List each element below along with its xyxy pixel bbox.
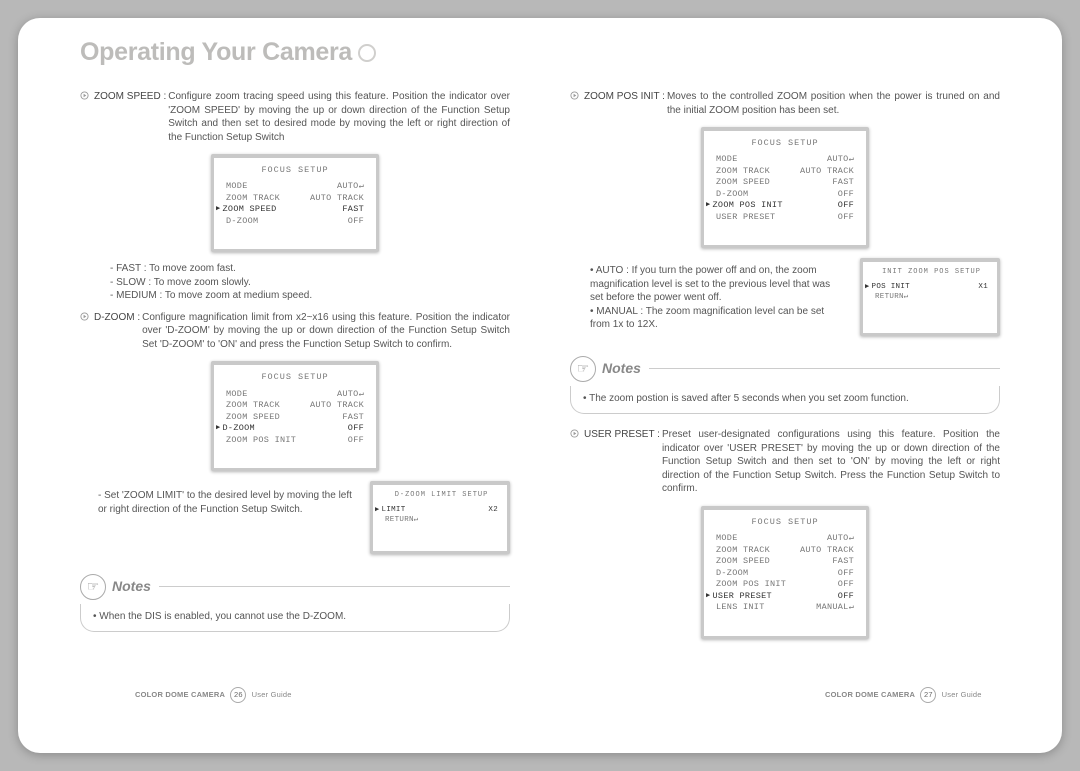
osd-row: ZOOM POS INITOFF xyxy=(716,200,854,211)
osd-zoom-speed: FOCUS SETUP MODEAUTO↵ZOOM TRACKAUTO TRAC… xyxy=(211,154,379,252)
osd-row: USER PRESETOFF xyxy=(716,591,854,602)
page-spread: Operating Your Camera ZOOM SPEED : Confi… xyxy=(18,18,1062,753)
osd-row: D-ZOOMOFF xyxy=(716,568,854,579)
user-preset-desc: Preset user-designated configurations us… xyxy=(662,428,1000,496)
zpi-desc: Moves to the controlled ZOOM position wh… xyxy=(667,90,1000,117)
osd-row: D-ZOOMOFF xyxy=(226,423,364,434)
osd-row: USER PRESETOFF xyxy=(716,212,854,223)
osd-row: RETURN↵ xyxy=(385,515,498,525)
zpi-label: ZOOM POS INIT : xyxy=(584,90,665,117)
osd-row: ZOOM TRACKAUTO TRACK xyxy=(226,400,364,411)
osd-row: ZOOM TRACKAUTO TRACK xyxy=(226,193,364,204)
dzoom-sub: Set 'ZOOM LIMIT' to the desired level by… xyxy=(98,487,356,546)
notes-title: Notes xyxy=(112,577,151,596)
osd-row: MODEAUTO↵ xyxy=(716,154,854,165)
osd-row: D-ZOOMOFF xyxy=(716,189,854,200)
page-num-left: 26 xyxy=(230,687,246,703)
osd-row: ZOOM TRACKAUTO TRACK xyxy=(716,166,854,177)
zoom-speed-desc: Configure zoom tracing speed using this … xyxy=(168,90,510,144)
notes-block-2: ☞ Notes The zoom postion is saved after … xyxy=(570,356,1000,415)
right-column: ZOOM POS INIT : Moves to the controlled … xyxy=(570,84,1000,709)
osd-row: ZOOM SPEEDFAST xyxy=(716,177,854,188)
osd-zoom-pos-init: FOCUS SETUP MODEAUTO↵ZOOM TRACKAUTO TRAC… xyxy=(701,127,869,248)
osd-row: LENS INITMANUAL↵ xyxy=(716,602,854,613)
osd-row: MODEAUTO↵ xyxy=(226,181,364,192)
osd-row: POS INITX1 xyxy=(875,282,988,292)
osd-init-zoom-pos: INIT ZOOM POS SETUP POS INITX1RETURN↵ xyxy=(860,258,1000,336)
footer-left: COLOR DOME CAMERA 26 User Guide xyxy=(135,687,292,703)
osd-row: ZOOM SPEEDFAST xyxy=(226,204,364,215)
osd-row: RETURN↵ xyxy=(875,292,988,302)
osd-row: ZOOM POS INITOFF xyxy=(716,579,854,590)
osd-row: MODEAUTO↵ xyxy=(226,389,364,400)
hand-icon: ☞ xyxy=(80,574,106,600)
osd-row: ZOOM SPEEDFAST xyxy=(716,556,854,567)
osd-user-preset: FOCUS SETUP MODEAUTO↵ZOOM TRACKAUTO TRAC… xyxy=(701,506,869,639)
osd-row: D-ZOOMOFF xyxy=(226,216,364,227)
osd-dzoom: FOCUS SETUP MODEAUTO↵ZOOM TRACKAUTO TRAC… xyxy=(211,361,379,471)
item-zoom-speed: ZOOM SPEED : Configure zoom tracing spee… xyxy=(80,90,510,144)
page-num-right: 27 xyxy=(920,687,936,703)
note-1-text: When the DIS is enabled, you cannot use … xyxy=(93,610,497,624)
osd-dzoom-limit: D-ZOOM LIMIT SETUP LIMITX2RETURN↵ xyxy=(370,481,510,554)
notes-block-1: ☞ Notes When the DIS is enabled, you can… xyxy=(80,574,510,633)
play-icon xyxy=(80,311,94,352)
zpi-bullets: AUTO : If you turn the power off and on,… xyxy=(590,262,846,332)
osd-row: LIMITX2 xyxy=(385,505,498,515)
page-title: Operating Your Camera xyxy=(80,38,376,67)
play-icon xyxy=(80,90,94,144)
play-icon xyxy=(570,428,584,496)
notes-title: Notes xyxy=(602,359,641,378)
footer-right: COLOR DOME CAMERA 27 User Guide xyxy=(825,687,982,703)
user-preset-label: USER PRESET : xyxy=(584,428,660,496)
hand-icon: ☞ xyxy=(570,356,596,382)
title-circle-icon xyxy=(358,44,376,62)
note-2-text: The zoom postion is saved after 5 second… xyxy=(583,392,987,406)
dzoom-label: D-ZOOM : xyxy=(94,311,140,352)
osd-row: MODEAUTO↵ xyxy=(716,533,854,544)
zoom-speed-options: FAST : To move zoom fast. SLOW : To move… xyxy=(110,262,510,303)
item-zoom-pos-init: ZOOM POS INIT : Moves to the controlled … xyxy=(570,90,1000,117)
osd-row: ZOOM POS INITOFF xyxy=(226,435,364,446)
osd-row: ZOOM SPEEDFAST xyxy=(226,412,364,423)
dzoom-desc: Configure magnification limit from x2~x1… xyxy=(142,311,510,352)
item-user-preset: USER PRESET : Preset user-designated con… xyxy=(570,428,1000,496)
osd-row: ZOOM TRACKAUTO TRACK xyxy=(716,545,854,556)
zoom-speed-label: ZOOM SPEED : xyxy=(94,90,166,144)
play-icon xyxy=(570,90,584,117)
left-column: ZOOM SPEED : Configure zoom tracing spee… xyxy=(80,84,510,709)
item-dzoom: D-ZOOM : Configure magnification limit f… xyxy=(80,311,510,352)
